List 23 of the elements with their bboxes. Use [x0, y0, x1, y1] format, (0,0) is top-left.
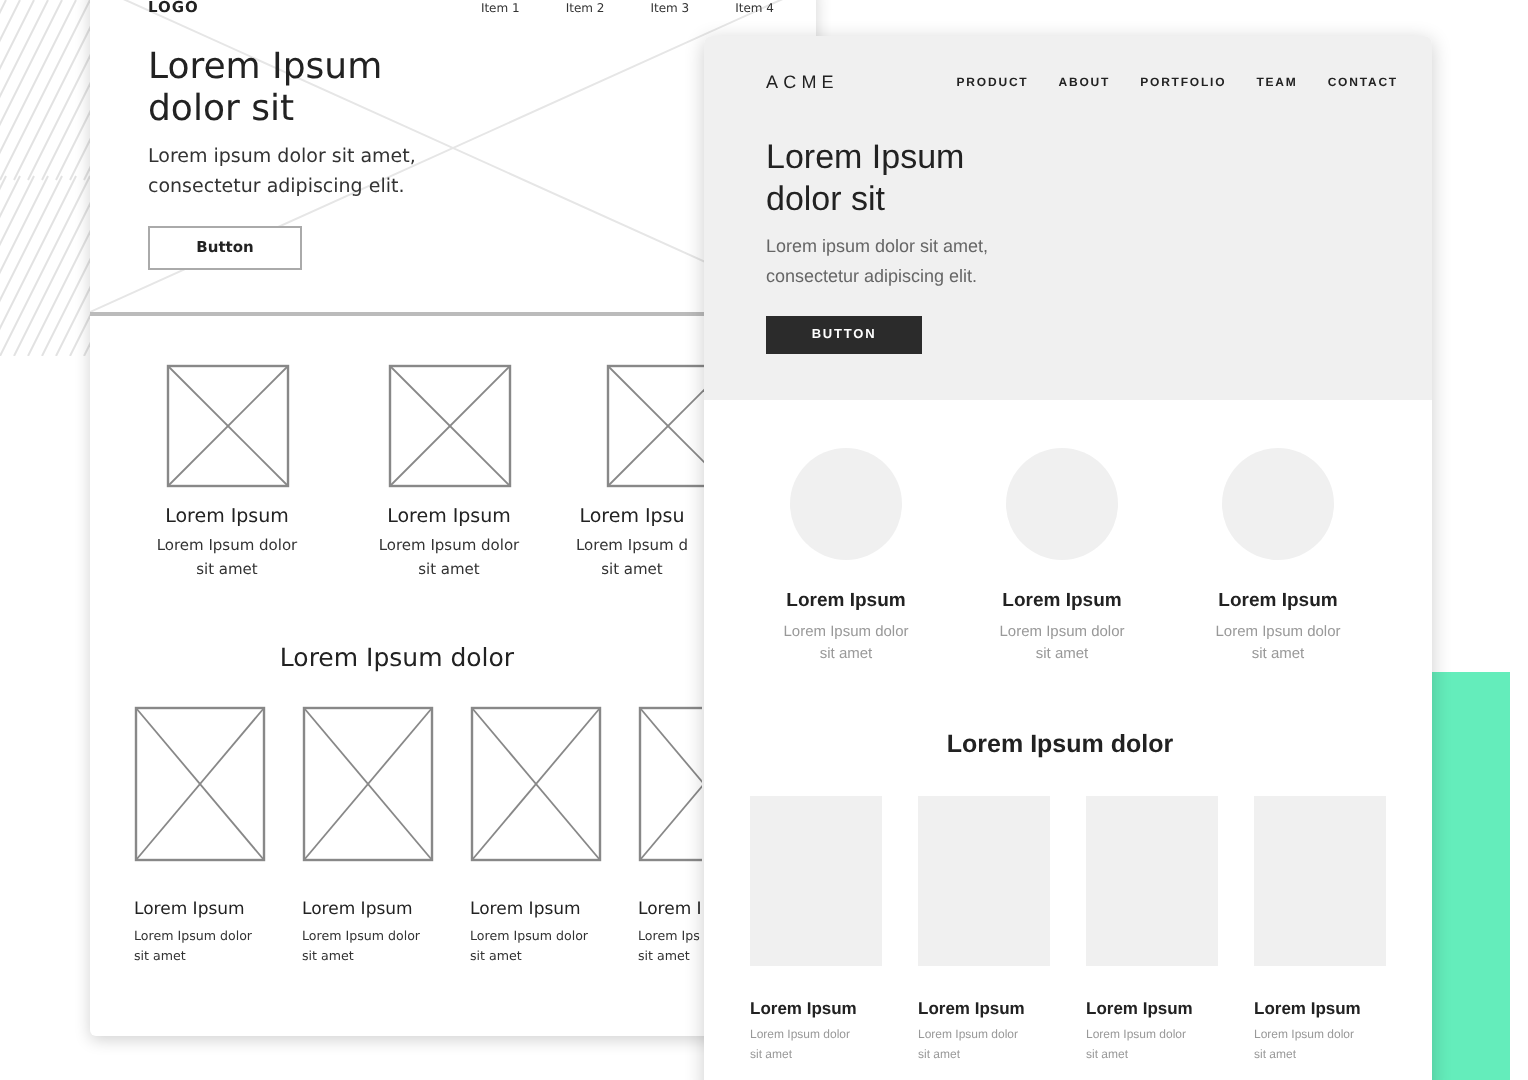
feature-title: Lorem Ipsu: [579, 506, 685, 530]
card-title: Lorem Ipsum: [302, 899, 415, 922]
feature-title: Lorem Ipsum: [1002, 590, 1122, 614]
hero-text: Lorem ipsum dolor sit amet, consectetur adipiscing elit.: [766, 234, 991, 290]
section-title: Lorem Ipsum dolor: [944, 728, 1176, 762]
feature-title: Lorem Ipsum: [786, 590, 906, 614]
logo-text: ACME: [766, 70, 839, 97]
feature-title: Lorem Ipsum: [387, 506, 511, 530]
feature-title: Lorem Ipsum: [165, 506, 289, 530]
card-title: Lorem Ipsum: [470, 899, 583, 922]
card-title: Lorem Ipsum: [750, 997, 859, 1020]
section-title: Lorem Ipsum dolor: [277, 640, 517, 676]
image-placeholder-drawing: [165, 364, 289, 488]
image-placeholder-drawing: [387, 364, 511, 488]
card-title: Lorem I: [638, 899, 702, 922]
hero-title: Lorem Ipsum dolor sit: [766, 136, 967, 220]
card-title: Lorem Ipsum: [1086, 997, 1195, 1020]
card-title: Lorem Ipsum: [134, 899, 247, 922]
card-title: Lorem Ipsum: [1254, 997, 1363, 1020]
feature-title: Lorem Ipsum: [1218, 590, 1338, 614]
card-title: Lorem Ipsum: [918, 997, 1027, 1020]
hero-text: Lorem ipsum dolor sit amet, consectetur adipiscing elit.: [148, 144, 418, 202]
hero-title: Lorem Ipsum dolor sit: [148, 46, 385, 130]
